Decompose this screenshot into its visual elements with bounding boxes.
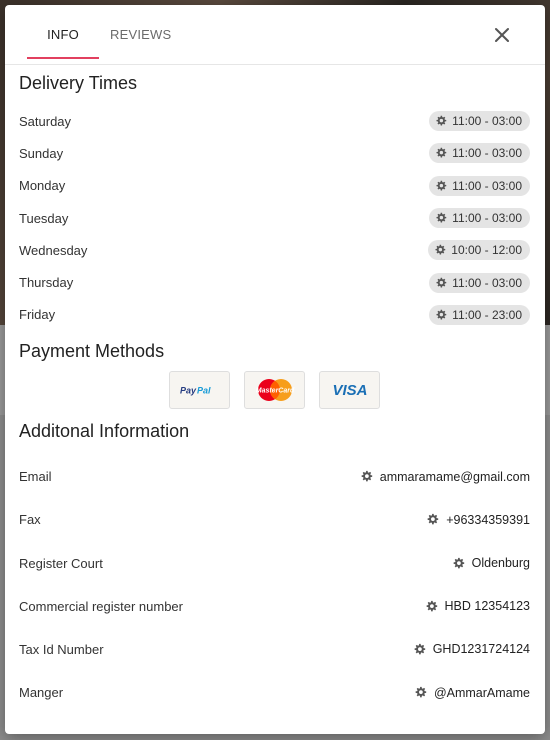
tabs-bar: INFO REVIEWS [5, 5, 545, 65]
gear-icon [453, 557, 464, 568]
gear-icon [415, 686, 427, 698]
additional-info-title: Additonal Information [19, 421, 190, 442]
info-value: ammaramame@gmail.com [360, 470, 530, 484]
hours-text: 11:00 - 03:00 [452, 146, 522, 161]
gear-icon [436, 180, 447, 191]
svg-text:MasterCard: MasterCard [255, 388, 294, 395]
info-value: +96334359391 [426, 513, 530, 527]
payment-card-mastercard: MasterCard [244, 371, 305, 410]
hours-text: 11:00 - 23:00 [452, 307, 522, 322]
delivery-day-row: Tuesday 11:00 - 03:00 [19, 202, 530, 234]
info-value-text: GHD1231724124 [432, 642, 530, 657]
delivery-day-row: Saturday 11:00 - 03:00 [19, 105, 530, 137]
delivery-day-row: Monday 11:00 - 03:00 [19, 170, 530, 202]
delivery-day-row: Friday 11:00 - 23:00 [19, 299, 530, 331]
gear-icon [414, 643, 425, 655]
info-label: Email [19, 469, 52, 485]
info-value: Oldenburg [452, 556, 530, 570]
info-value: @AmmarAmame [414, 686, 530, 700]
delivery-times-title: Delivery Times [19, 73, 138, 93]
info-value: HBD 12354123 [425, 599, 530, 613]
svg-text:VISA: VISA [332, 382, 367, 398]
mastercard-logo: MasterCard [255, 379, 294, 402]
hours-badge: 11:00 - 03:00 [429, 208, 530, 229]
paypal-logo: Pay Pal [180, 386, 211, 396]
hours-badge: 11:00 - 23:00 [429, 304, 530, 325]
gear-icon [436, 148, 447, 158]
gear-icon [436, 115, 447, 126]
visa-logo: VISA [332, 382, 367, 398]
hours-text: 11:00 - 03:00 [452, 114, 522, 129]
tab-info[interactable]: INFO [27, 5, 99, 65]
hours-badge: 11:00 - 03:00 [429, 111, 530, 132]
info-row: Register Court Oldenburg [19, 541, 530, 584]
tab-reviews[interactable]: REVIEWS [110, 5, 171, 65]
hours-text: 10:00 - 12:00 [451, 243, 522, 258]
day-name: Friday [19, 307, 56, 323]
close-button[interactable] [489, 22, 515, 48]
additional-info-list: Email ammaramame@gmail.com Fax +96334359391… [19, 455, 530, 714]
hours-text: 11:00 - 03:00 [452, 211, 522, 226]
info-label: Fax [19, 512, 41, 528]
hours-text: 11:00 - 03:00 [452, 178, 522, 193]
restaurant-info-modal: INFO REVIEWS Delivery Times Saturday 11:0… [5, 5, 545, 734]
info-content: Delivery Times Saturday 11:00 - 03:00 Sund… [5, 71, 545, 714]
payment-methods-list: Pay Pal MasterCard VISA [19, 371, 530, 410]
info-value-text: @AmmarAmame [433, 685, 530, 700]
delivery-day-row: Wednesday 10:00 - 12:00 [19, 234, 530, 266]
info-value-text: +96334359391 [446, 512, 530, 527]
delivery-day-row: Thursday 11:00 - 03:00 [19, 266, 530, 298]
gear-icon [427, 514, 439, 525]
payment-methods-title: Payment Methods [19, 341, 165, 362]
day-name: Thursday [19, 275, 74, 291]
payment-card-paypal: Pay Pal [169, 371, 230, 410]
payment-card-visa: VISA [319, 371, 380, 410]
gear-icon [361, 470, 372, 482]
gear-icon [436, 277, 447, 288]
info-value: GHD1231724124 [413, 642, 530, 656]
delivery-times-list: Saturday 11:00 - 03:00 Sunday 11:00 - 03:00… [19, 105, 530, 331]
day-name: Sunday [19, 145, 64, 161]
info-label: Commercial register number [19, 598, 183, 614]
gear-icon [436, 212, 447, 223]
gear-icon [436, 309, 447, 320]
hours-badge: 11:00 - 03:00 [429, 143, 530, 164]
info-label: Tax Id Number [19, 641, 104, 657]
info-label: Register Court [19, 555, 103, 571]
day-name: Monday [19, 178, 66, 194]
hours-badge: 11:00 - 03:00 [429, 272, 530, 293]
day-name: Saturday [19, 113, 72, 129]
info-row: Tax Id Number GHD1231724124 [19, 628, 530, 671]
hours-badge: 11:00 - 03:00 [429, 175, 530, 196]
info-value-text: Oldenburg [471, 556, 530, 571]
info-row: Fax +96334359391 [19, 498, 530, 541]
day-name: Tuesday [19, 210, 69, 226]
svg-text:Pay: Pay [180, 386, 197, 396]
gear-icon [435, 245, 446, 255]
delivery-day-row: Sunday 11:00 - 03:00 [19, 137, 530, 169]
hours-badge: 10:00 - 12:00 [428, 240, 530, 261]
info-value-text: HBD 12354123 [444, 599, 530, 614]
info-row: Manger @AmmarAmame [19, 671, 530, 714]
info-label: Manger [19, 685, 64, 701]
day-name: Wednesday [19, 242, 88, 258]
info-row: Commercial register number HBD 12354123 [19, 585, 530, 628]
info-row: Email ammaramame@gmail.com [19, 455, 530, 498]
info-value-text: ammaramame@gmail.com [379, 469, 530, 484]
hours-text: 11:00 - 03:00 [452, 275, 522, 290]
svg-text:Pal: Pal [197, 386, 211, 396]
close-icon [495, 28, 509, 42]
gear-icon [426, 600, 437, 612]
